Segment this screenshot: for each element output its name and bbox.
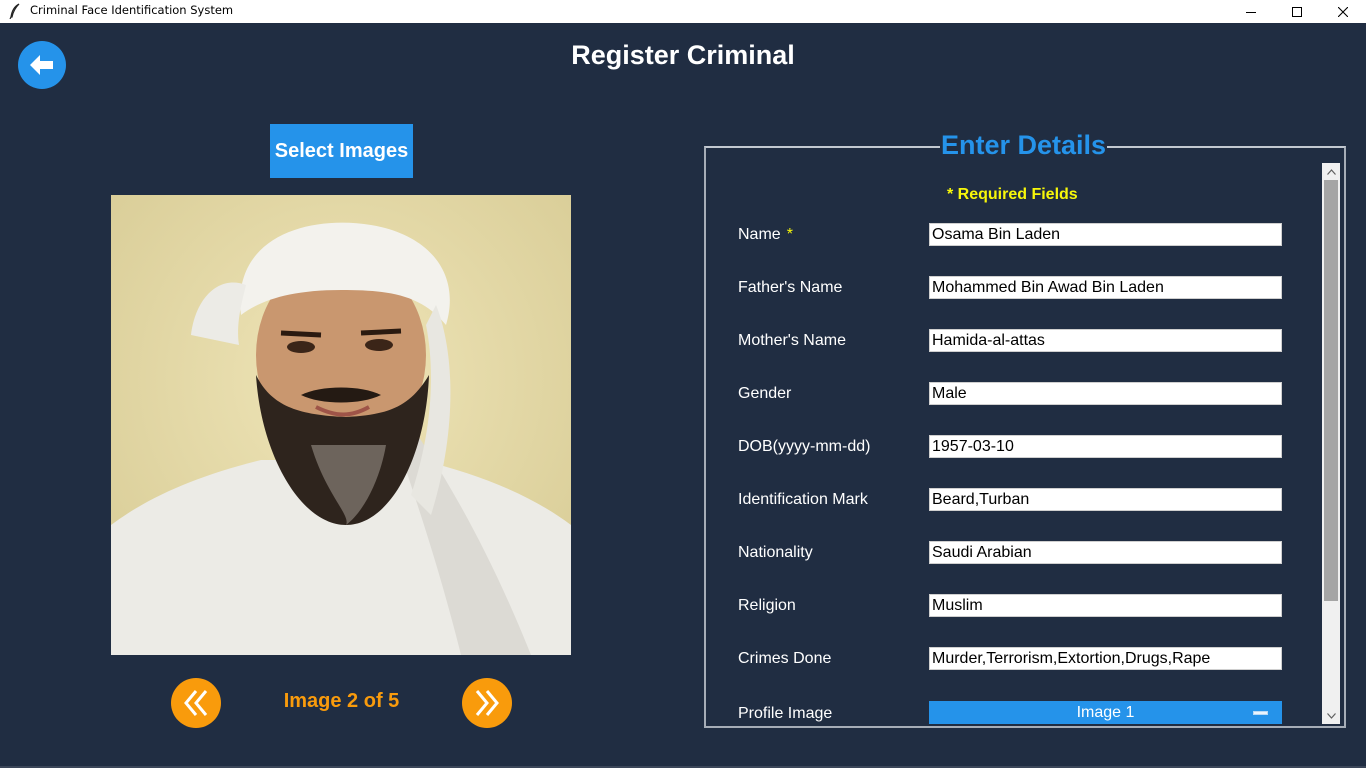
chevron-up-icon (1326, 168, 1336, 175)
image-counter: Image 2 of 5 (283, 690, 400, 712)
religion-label: Religion (738, 597, 796, 614)
nationality-label: Nationality (738, 544, 813, 561)
fathers-name-label: Father's Name (738, 279, 843, 296)
close-button[interactable] (1320, 0, 1366, 23)
dob-label: DOB(yyyy-mm-dd) (738, 438, 871, 455)
profile-image-label: Profile Image (738, 705, 833, 722)
details-legend: Enter Details (940, 128, 1108, 162)
chevron-down-icon (1326, 712, 1336, 719)
maximize-button[interactable] (1274, 0, 1320, 23)
crimes-done-label: Crimes Done (738, 650, 832, 667)
name-field[interactable] (929, 223, 1282, 246)
scroll-thumb[interactable] (1324, 180, 1338, 601)
mothers-name-field[interactable] (929, 329, 1282, 352)
gender-label: Gender (738, 385, 792, 402)
mothers-name-label: Mother's Name (738, 332, 846, 349)
double-chevron-left-icon (184, 690, 208, 716)
dropdown-indicator-icon (1253, 711, 1268, 715)
title-bar: Criminal Face Identification System (0, 0, 1366, 23)
crimes-done-field[interactable] (929, 647, 1282, 670)
close-icon (1338, 6, 1348, 17)
next-image-button[interactable] (462, 678, 512, 728)
religion-field[interactable] (929, 594, 1282, 617)
required-fields-note: * Required Fields (947, 186, 1078, 203)
profile-image-dropdown[interactable]: Image 1 (929, 701, 1282, 724)
scroll-up-button[interactable] (1322, 163, 1340, 180)
fathers-name-field[interactable] (929, 276, 1282, 299)
page-title: Register Criminal (571, 40, 795, 70)
nationality-field[interactable] (929, 541, 1282, 564)
required-marker: * (786, 226, 793, 243)
scroll-down-button[interactable] (1322, 707, 1340, 724)
details-scrollbar[interactable] (1322, 163, 1340, 724)
window-title: Criminal Face Identification System (30, 3, 234, 17)
name-label: Name * (738, 226, 793, 243)
feather-icon (9, 3, 20, 19)
minimize-icon (1246, 11, 1256, 13)
double-chevron-right-icon (475, 690, 499, 716)
criminal-photo (111, 195, 571, 655)
select-images-button[interactable]: Select Images (270, 124, 413, 178)
gender-field[interactable] (929, 382, 1282, 405)
identification-mark-label: Identification Mark (738, 491, 868, 508)
minimize-button[interactable] (1228, 0, 1274, 23)
maximize-icon (1292, 6, 1302, 17)
previous-image-button[interactable] (171, 678, 221, 728)
identification-mark-field[interactable] (929, 488, 1282, 511)
profile-image-selected: Image 1 (1076, 703, 1135, 721)
dob-field[interactable] (929, 435, 1282, 458)
